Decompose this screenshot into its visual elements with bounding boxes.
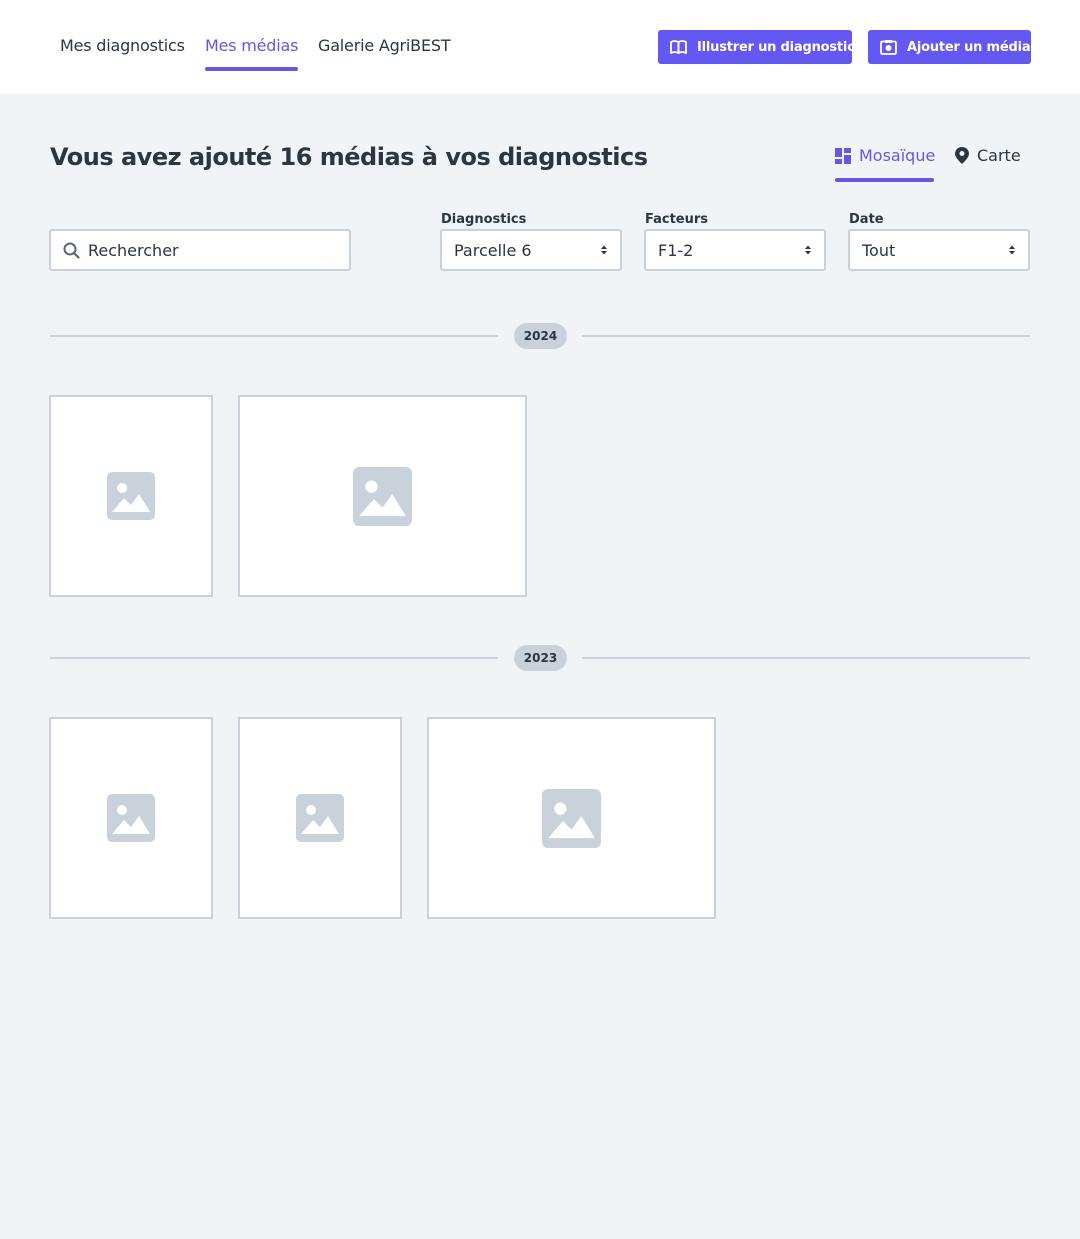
view-tab-map-label: Carte xyxy=(977,146,1021,165)
media-thumbnail[interactable] xyxy=(238,717,402,919)
diagnostics-select-value: Parcelle 6 xyxy=(454,240,532,260)
page-title: Vous avez ajouté 16 médias à vos diagnos… xyxy=(50,143,648,171)
tab-mes-medias[interactable]: Mes médias xyxy=(205,36,298,55)
view-tab-mosaic[interactable]: Mosaïque xyxy=(835,146,935,165)
view-tab-mosaic-label: Mosaïque xyxy=(859,146,936,165)
media-thumbnail[interactable] xyxy=(49,395,213,597)
diagnostics-select[interactable]: Parcelle 6 xyxy=(440,229,622,271)
active-view-indicator xyxy=(835,178,934,182)
image-placeholder-icon xyxy=(107,472,155,520)
year-divider-line xyxy=(582,335,1030,337)
year-badge: 2024 xyxy=(514,323,567,349)
image-placeholder-icon xyxy=(107,794,155,842)
image-placeholder-icon xyxy=(542,788,601,848)
year-divider-line xyxy=(50,657,498,659)
diagnostics-filter-label: Diagnostics xyxy=(441,212,527,227)
select-arrows-icon xyxy=(805,245,811,255)
active-tab-indicator xyxy=(205,67,298,71)
top-navigation-bar: Mes diagnostics Mes médias Galerie AgriB… xyxy=(0,0,1080,94)
image-placeholder-icon xyxy=(296,794,344,842)
media-thumbnail[interactable] xyxy=(238,395,527,597)
date-select[interactable]: Tout xyxy=(848,229,1030,271)
date-filter-label: Date xyxy=(849,212,884,227)
camera-icon xyxy=(880,39,897,55)
media-thumbnail[interactable] xyxy=(427,717,716,919)
year-divider-line xyxy=(50,335,498,337)
grid-icon xyxy=(835,147,851,164)
year-divider-line xyxy=(582,657,1030,659)
facteurs-select-value: F1-2 xyxy=(658,240,694,260)
select-arrows-icon xyxy=(1009,245,1015,255)
illustrate-diagnostic-button[interactable]: Illustrer un diagnostic xyxy=(658,30,855,64)
search-box[interactable] xyxy=(49,229,351,271)
facteurs-select[interactable]: F1-2 xyxy=(644,229,826,271)
add-media-button[interactable]: Ajouter un média xyxy=(868,30,1031,64)
select-arrows-icon xyxy=(601,245,607,255)
add-media-label: Ajouter un média xyxy=(907,39,1031,55)
date-select-value: Tout xyxy=(862,240,896,260)
year-badge: 2023 xyxy=(514,645,567,671)
illustrate-diagnostic-label: Illustrer un diagnostic xyxy=(697,39,855,55)
book-icon xyxy=(670,40,687,54)
image-placeholder-icon xyxy=(353,466,412,526)
search-icon xyxy=(63,242,80,259)
facteurs-filter-label: Facteurs xyxy=(645,212,709,227)
tab-mes-diagnostics[interactable]: Mes diagnostics xyxy=(60,36,185,55)
map-pin-icon xyxy=(955,147,969,164)
media-thumbnail[interactable] xyxy=(49,717,213,919)
tab-galerie-agribest[interactable]: Galerie AgriBEST xyxy=(318,36,451,55)
view-tab-map[interactable]: Carte xyxy=(955,146,1021,165)
search-input[interactable] xyxy=(88,240,328,260)
